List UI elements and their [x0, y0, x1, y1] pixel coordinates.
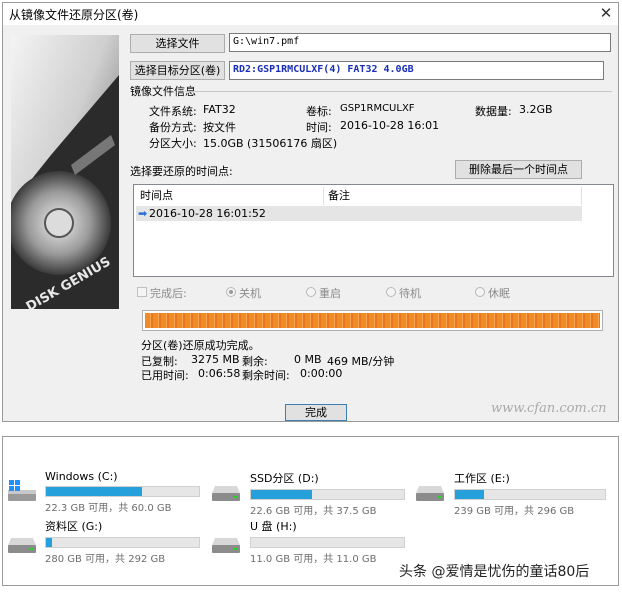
dialog-title: 从镜像文件还原分区(卷): [9, 8, 139, 22]
drive-item-e[interactable]: 工作区 (E:) 239 GB 可用，共 296 GB: [454, 470, 614, 517]
option-standby-label: 待机: [399, 287, 421, 300]
drive-usage-fill: [251, 490, 313, 499]
drive-usage-fill: [455, 490, 484, 499]
close-icon[interactable]: ✕: [597, 4, 615, 22]
timepoint-cell: 2016-10-28 16:01:52: [149, 207, 266, 220]
drive-name: Windows (C:): [45, 470, 118, 483]
left-time-label: 剩余时间:: [242, 369, 290, 382]
drive-item-g[interactable]: 资料区 (G:) 280 GB 可用，共 292 GB: [45, 518, 205, 565]
column-header-time[interactable]: 时间点: [136, 187, 324, 205]
drive-usage-fill: [46, 487, 143, 496]
volume-value: GSP1RMCULXF: [340, 103, 415, 114]
drive-item-c[interactable]: Windows (C:) 22.3 GB 可用，共 60.0 GB: [45, 470, 205, 514]
file-path-field[interactable]: G:\win7.pmf: [229, 33, 611, 52]
watermark-toutiao: 头条 @爱情是忧伤的童话80后: [399, 564, 590, 580]
left-time-value: 0:00:00: [300, 367, 343, 380]
disk-genius-logo: DISK GENIUS: [11, 35, 119, 309]
data-label: 数据量:: [475, 105, 512, 118]
drive-info: 280 GB 可用，共 292 GB: [45, 554, 166, 565]
drive-info: 22.3 GB 可用，共 60.0 GB: [45, 503, 172, 514]
drive-icon: [7, 535, 37, 555]
after-done-checkbox[interactable]: [137, 287, 147, 297]
drive-usage-bar: [454, 489, 606, 500]
option-restart-label: 重启: [319, 287, 341, 300]
target-partition-field[interactable]: RD2:GSP1RMCULXF(4) FAT32 4.0GB: [229, 61, 604, 80]
option-hibernate-label: 休眠: [488, 287, 510, 300]
option-restart-radio[interactable]: [306, 287, 316, 297]
fs-label: 文件系统:: [149, 105, 197, 118]
table-row[interactable]: ➡ 2016-10-28 16:01:52: [136, 206, 582, 221]
timepoint-heading: 选择要还原的时间点:: [130, 165, 233, 178]
drive-icon: [415, 483, 445, 503]
data-value: 3.2GB: [519, 103, 553, 116]
status-text: 分区(卷)还原成功完成。: [141, 339, 260, 352]
timepoint-list[interactable]: 时间点 备注 ➡ 2016-10-28 16:01:52: [133, 184, 614, 277]
delete-last-timepoint-button[interactable]: 删除最后一个时间点: [455, 160, 582, 179]
column-header-note[interactable]: 备注: [324, 187, 582, 205]
option-hibernate-radio[interactable]: [475, 287, 485, 297]
drives-panel: Windows (C:) 22.3 GB 可用，共 60.0 GB SSD分区 …: [2, 436, 619, 586]
elapsed-label: 已用时间:: [141, 369, 189, 382]
select-target-button[interactable]: 选择目标分区(卷): [130, 61, 225, 80]
arrow-right-icon: ➡: [138, 207, 148, 220]
drive-item-d[interactable]: SSD分区 (D:) 22.6 GB 可用，共 37.5 GB: [250, 470, 410, 517]
option-standby-radio[interactable]: [386, 287, 396, 297]
drive-icon: [211, 483, 241, 503]
after-done-label: 完成后:: [150, 287, 187, 300]
drive-name: U 盘 (H:): [250, 520, 297, 533]
elapsed-value: 0:06:58: [198, 367, 241, 380]
option-shutdown-label: 关机: [239, 287, 261, 300]
fs-value: FAT32: [203, 103, 236, 116]
size-label: 分区大小:: [149, 137, 197, 150]
drive-name: SSD分区 (D:): [250, 472, 319, 485]
title-bar: 从镜像文件还原分区(卷) ✕: [3, 3, 618, 25]
drive-usage-bar: [45, 537, 200, 548]
drive-usage-bar: [250, 489, 405, 500]
time-value: 2016-10-28 16:01: [340, 119, 440, 132]
drive-name: 工作区 (E:): [454, 472, 510, 485]
windows-drive-icon: [7, 479, 37, 503]
drive-info: 239 GB 可用，共 296 GB: [454, 506, 575, 517]
backup-label: 备份方式:: [149, 121, 197, 134]
restore-dialog: 从镜像文件还原分区(卷) ✕ DISK GENIUS 选择文件 G:\win7.…: [2, 2, 619, 422]
progress-fill: [145, 313, 600, 328]
size-value: 15.0GB (31506176 扇区): [203, 137, 338, 150]
group-divider: [185, 91, 612, 92]
drive-usage-bar: [250, 537, 405, 548]
drive-name: 资料区 (G:): [45, 520, 103, 533]
drive-item-h[interactable]: U 盘 (H:) 11.0 GB 可用，共 11.0 GB: [250, 518, 410, 565]
usb-drive-icon: [211, 535, 241, 555]
remaining-value: 0 MB: [294, 353, 322, 366]
drive-info: 11.0 GB 可用，共 11.0 GB: [250, 554, 377, 565]
time-label: 时间:: [306, 121, 332, 134]
copied-value: 3275 MB: [191, 353, 240, 366]
drive-info: 22.6 GB 可用，共 37.5 GB: [250, 506, 377, 517]
watermark-cfan: www.cfan.com.cn: [491, 401, 607, 416]
option-shutdown-radio[interactable]: [226, 287, 236, 297]
drive-usage-bar: [45, 486, 200, 497]
progress-bar: [142, 310, 603, 331]
backup-value: 按文件: [203, 121, 236, 134]
drive-usage-fill: [46, 538, 53, 547]
finish-button[interactable]: 完成: [285, 404, 347, 421]
volume-label: 卷标:: [306, 105, 332, 118]
select-file-button[interactable]: 选择文件: [130, 34, 225, 53]
